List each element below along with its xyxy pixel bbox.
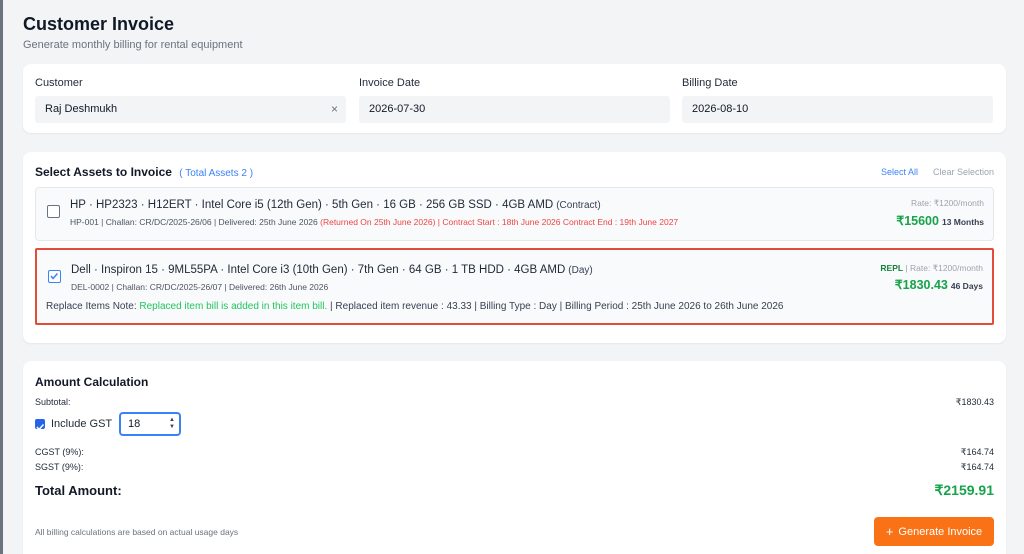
note-text: Replaced item bill is added in this item…: [139, 301, 328, 312]
asset-item[interactable]: HP · HP2323 · H12ERT · Intel Core i5 (12…: [35, 187, 994, 241]
billing-date-label: Billing Date: [682, 77, 738, 89]
generate-invoice-label: Generate Invoice: [898, 525, 983, 538]
replace-items-note: Replace Items Note: Replaced item bill i…: [46, 301, 783, 312]
note-details: | Replaced item revenue : 43.33 | Billin…: [327, 301, 784, 312]
asset-amount: ₹15600: [896, 214, 939, 228]
select-all-button[interactable]: Select All: [881, 167, 918, 177]
asset-rate-line: REPL | Rate: ₹1200/month: [880, 263, 983, 274]
assets-title: Select Assets to Invoice: [35, 165, 172, 179]
gst-rate-value: 18: [128, 418, 141, 430]
asset-name: Dell · Inspiron 15 · 9ML55PA · Intel Cor…: [71, 264, 566, 276]
asset-title: Dell · Inspiron 15 · 9ML55PA · Intel Cor…: [71, 264, 593, 276]
invoice-date-value: 2026-07-30: [369, 103, 426, 115]
total-amount-label: Total Amount:: [35, 483, 122, 498]
billing-date-field: Billing Date 2026-08-10: [682, 77, 993, 123]
asset-rate: | Rate: ₹1200/month: [903, 263, 983, 273]
cgst-label: CGST (9%):: [35, 447, 84, 457]
asset-checkbox-checked[interactable]: [48, 270, 61, 283]
asset-returned-note: (Returned On 25th June 2026): [320, 217, 436, 227]
asset-contract-dates: | Contract Start : 18th June 2026 Contra…: [435, 217, 679, 227]
sgst-label: SGST (9%):: [35, 462, 84, 472]
customer-select[interactable]: Raj Deshmukh ×: [35, 96, 346, 123]
assets-card: Select Assets to Invoice ( Total Assets …: [23, 152, 1006, 343]
amount-card: Amount Calculation Subtotal: ₹1830.43 In…: [23, 361, 1006, 554]
cgst-value: ₹164.74: [960, 447, 994, 457]
gst-rate-input[interactable]: 18 ▲ ▼: [119, 412, 181, 436]
generate-invoice-button[interactable]: + Generate Invoice: [874, 517, 994, 546]
invoice-date-input[interactable]: 2026-07-30: [359, 96, 670, 123]
checkmark-icon: [50, 272, 59, 280]
clear-customer-icon[interactable]: ×: [331, 96, 338, 123]
asset-type: (Contract): [556, 200, 601, 211]
subtotal-label: Subtotal:: [35, 397, 71, 407]
customer-label: Customer: [35, 77, 83, 89]
asset-duration: 13 Months: [941, 217, 984, 227]
subtotal-value: ₹1830.43: [955, 397, 994, 407]
asset-meta: DEL-0002 | Challan: CR/DC/2025-26/07 | D…: [71, 282, 329, 292]
total-assets-label: ( Total Assets 2 ): [179, 168, 254, 179]
repl-badge: REPL: [880, 263, 904, 273]
billing-date-value: 2026-08-10: [692, 103, 749, 115]
checkmark-icon: [36, 423, 45, 431]
amount-title: Amount Calculation: [35, 375, 149, 389]
customer-field: Customer Raj Deshmukh ×: [35, 77, 346, 123]
plus-icon: +: [885, 524, 894, 539]
include-gst-label: Include GST: [51, 418, 113, 430]
spinner-icon[interactable]: ▲ ▼: [169, 417, 175, 431]
asset-title: HP · HP2323 · H12ERT · Intel Core i5 (12…: [70, 199, 601, 211]
asset-type: (Day): [568, 265, 593, 276]
billing-footnote: All billing calculations are based on ac…: [35, 527, 239, 537]
customer-value: Raj Deshmukh: [45, 103, 118, 115]
asset-amount-line: ₹15600 13 Months: [896, 212, 984, 230]
invoice-date-field: Invoice Date 2026-07-30: [359, 77, 670, 123]
page-title: Customer Invoice: [23, 14, 175, 34]
asset-duration: 46 Days: [950, 281, 983, 291]
window-edge: [0, 0, 3, 554]
invoice-date-label: Invoice Date: [359, 77, 421, 89]
asset-name: HP · HP2323 · H12ERT · Intel Core i5 (12…: [70, 199, 554, 211]
asset-amount-line: ₹1830.43 46 Days: [895, 276, 983, 294]
total-amount-value: ₹2159.91: [934, 482, 994, 498]
asset-meta-info: HP-001 | Challan: CR/DC/2025-26/06 | Del…: [70, 217, 321, 227]
asset-amount: ₹1830.43: [894, 278, 948, 292]
note-label: Replace Items Note:: [46, 301, 140, 312]
sgst-value: ₹164.74: [960, 462, 994, 472]
assets-section-title: Select Assets to Invoice ( Total Assets …: [35, 165, 253, 179]
asset-checkbox[interactable]: [47, 205, 60, 218]
invoice-fields-card: Customer Raj Deshmukh × Invoice Date 202…: [23, 64, 1006, 133]
gst-row: Include GST 18 ▲ ▼: [35, 412, 181, 436]
asset-meta: HP-001 | Challan: CR/DC/2025-26/06 | Del…: [70, 217, 678, 227]
billing-date-input[interactable]: 2026-08-10: [682, 96, 993, 123]
include-gst-checkbox[interactable]: [35, 419, 45, 431]
asset-item-selected[interactable]: Dell · Inspiron 15 · 9ML55PA · Intel Cor…: [35, 248, 994, 325]
asset-rate: Rate: ₹1200/month: [911, 198, 984, 208]
clear-selection-button[interactable]: Clear Selection: [933, 167, 994, 177]
page-subtitle: Generate monthly billing for rental equi…: [23, 39, 243, 51]
